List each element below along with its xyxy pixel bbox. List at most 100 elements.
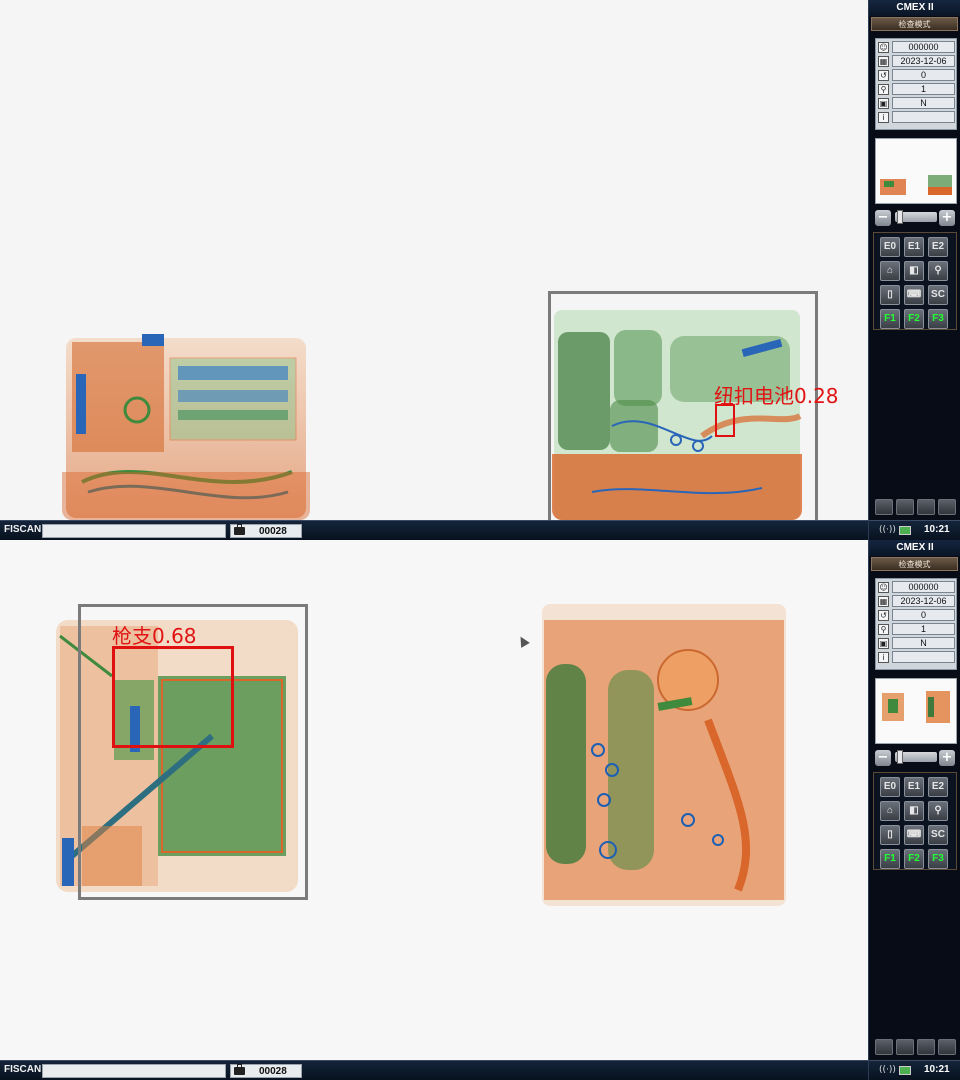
suitcase-icon <box>234 524 245 535</box>
overview-thumbnail[interactable] <box>875 678 957 744</box>
book-icon[interactable]: ▯ <box>880 825 900 845</box>
key-f2[interactable]: F2 <box>904 309 924 329</box>
info-row-bag: ▣ N <box>878 637 955 650</box>
tool-1-icon[interactable] <box>875 1039 893 1055</box>
operator-icon: ☺ <box>878 42 889 53</box>
zoom-out-button[interactable]: − <box>875 210 891 226</box>
zoom-in-button[interactable]: + <box>939 750 955 766</box>
tool-4-icon[interactable] <box>938 1039 956 1055</box>
brand-label: FISCAN <box>4 524 42 535</box>
xray-bag-4 <box>538 600 790 910</box>
sidebar-footer-tools <box>869 495 960 520</box>
network-icon <box>899 1066 911 1075</box>
function-keypad: E0 E1 E2 ⌂ ◧ ⚲ ▯ ⌨ SC F1 F2 F3 <box>873 232 957 330</box>
xray-image-view[interactable]: 纽扣电池0.28 <box>0 0 868 520</box>
key-f1[interactable]: F1 <box>880 309 900 329</box>
control-sidebar: CMEX II 检查模式 ☺ 000000 ▦ 2023-12-06 ↺ 0 ⚲ 1 ▣… <box>868 0 960 540</box>
network-icon <box>899 526 911 535</box>
zoom-control: − + <box>875 748 957 768</box>
xray-image-view[interactable]: 枪支0.68 <box>0 540 868 1060</box>
counter-icon: ↺ <box>878 610 889 621</box>
status-bar: FISCAN 00028 <box>0 520 868 540</box>
keyboard-icon[interactable]: ⌨ <box>904 825 924 845</box>
calendar-icon: ▦ <box>878 56 889 67</box>
xray-panel-bottom: 枪支0.68 FISCAN 00028 CMEX II 检查模式 ☺ 000000… <box>0 540 960 1080</box>
mode-label: 检查模式 <box>871 17 958 31</box>
function-keypad: E0 E1 E2 ⌂ ◧ ⚲ ▯ ⌨ SC F1 F2 F3 <box>873 772 957 870</box>
zoom-control: − + <box>875 208 957 228</box>
suitcase-icon: ▣ <box>878 638 889 649</box>
zoom-slider[interactable] <box>895 210 937 224</box>
overview-thumbnail[interactable] <box>875 138 957 204</box>
xray-panel-top: 纽扣电池0.28 FISCAN 00028 CMEX II 检查模式 ☺ 0000… <box>0 0 960 540</box>
info-row-date: ▦ 2023-12-06 <box>878 55 955 68</box>
bag-count: 00028 <box>259 526 287 537</box>
system-tray: ((·)) 10:21 <box>869 1060 960 1080</box>
key-e2[interactable]: E2 <box>928 237 948 257</box>
detection-label: 纽扣电池0.28 <box>714 384 839 408</box>
info-row-bag: ▣ N <box>878 97 955 110</box>
info-panel: ☺ 000000 ▦ 2023-12-06 ↺ 0 ⚲ 1 ▣ N i <box>875 38 957 130</box>
detection-label: 枪支0.68 <box>112 624 197 648</box>
info-icon: i <box>878 652 889 663</box>
zoom-icon: ⚲ <box>878 84 889 95</box>
system-tray: ((·)) 10:21 <box>869 520 960 540</box>
key-f3[interactable]: F3 <box>928 849 948 869</box>
app-title: CMEX II <box>869 540 960 556</box>
bag-count: 00028 <box>259 1066 287 1077</box>
info-row-counter: ↺ 0 <box>878 609 955 622</box>
status-field <box>42 1064 226 1078</box>
home-icon[interactable]: ⌂ <box>880 261 900 281</box>
magnify-icon[interactable]: ⚲ <box>928 261 948 281</box>
sidebar-footer-tools <box>869 1035 960 1060</box>
contrast-icon[interactable]: ◧ <box>904 261 924 281</box>
key-e2[interactable]: E2 <box>928 777 948 797</box>
info-row-zoom: ⚲ 1 <box>878 623 955 636</box>
info-row-operator: ☺ 000000 <box>878 581 955 594</box>
key-f2[interactable]: F2 <box>904 849 924 869</box>
info-row-info: i <box>878 651 955 664</box>
key-e0[interactable]: E0 <box>880 777 900 797</box>
home-icon[interactable]: ⌂ <box>880 801 900 821</box>
zoom-slider[interactable] <box>895 750 937 764</box>
contrast-icon[interactable]: ◧ <box>904 801 924 821</box>
info-row-date: ▦ 2023-12-06 <box>878 595 955 608</box>
app-title: CMEX II <box>869 0 960 16</box>
detection-box-battery <box>715 404 735 437</box>
brand-label: FISCAN <box>4 1064 42 1075</box>
key-sc[interactable]: SC <box>928 825 948 845</box>
info-icon: i <box>878 112 889 123</box>
info-row-zoom: ⚲ 1 <box>878 83 955 96</box>
clock: 10:21 <box>924 524 950 535</box>
detection-box-gun <box>112 646 234 748</box>
book-icon[interactable]: ▯ <box>880 285 900 305</box>
key-e1[interactable]: E1 <box>904 777 924 797</box>
key-e1[interactable]: E1 <box>904 237 924 257</box>
key-f1[interactable]: F1 <box>880 849 900 869</box>
key-f3[interactable]: F3 <box>928 309 948 329</box>
counter-icon: ↺ <box>878 70 889 81</box>
tool-3-icon[interactable] <box>917 499 935 515</box>
tool-4-icon[interactable] <box>938 499 956 515</box>
calendar-icon: ▦ <box>878 596 889 607</box>
tool-3-icon[interactable] <box>917 1039 935 1055</box>
clock: 10:21 <box>924 1064 950 1075</box>
zoom-out-button[interactable]: − <box>875 750 891 766</box>
zoom-slider-handle[interactable] <box>897 210 903 224</box>
zoom-slider-handle[interactable] <box>897 750 903 764</box>
mouse-cursor-icon <box>516 634 530 648</box>
signal-icon: ((·)) <box>879 1065 896 1075</box>
key-e0[interactable]: E0 <box>880 237 900 257</box>
bag-counter: 00028 <box>230 1064 302 1078</box>
key-sc[interactable]: SC <box>928 285 948 305</box>
suitcase-icon: ▣ <box>878 98 889 109</box>
xray-bag-1 <box>62 332 310 520</box>
magnify-icon[interactable]: ⚲ <box>928 801 948 821</box>
keyboard-icon[interactable]: ⌨ <box>904 285 924 305</box>
status-field <box>42 524 226 538</box>
tool-1-icon[interactable] <box>875 499 893 515</box>
zoom-in-button[interactable]: + <box>939 210 955 226</box>
tool-2-icon[interactable] <box>896 499 914 515</box>
info-row-operator: ☺ 000000 <box>878 41 955 54</box>
tool-2-icon[interactable] <box>896 1039 914 1055</box>
